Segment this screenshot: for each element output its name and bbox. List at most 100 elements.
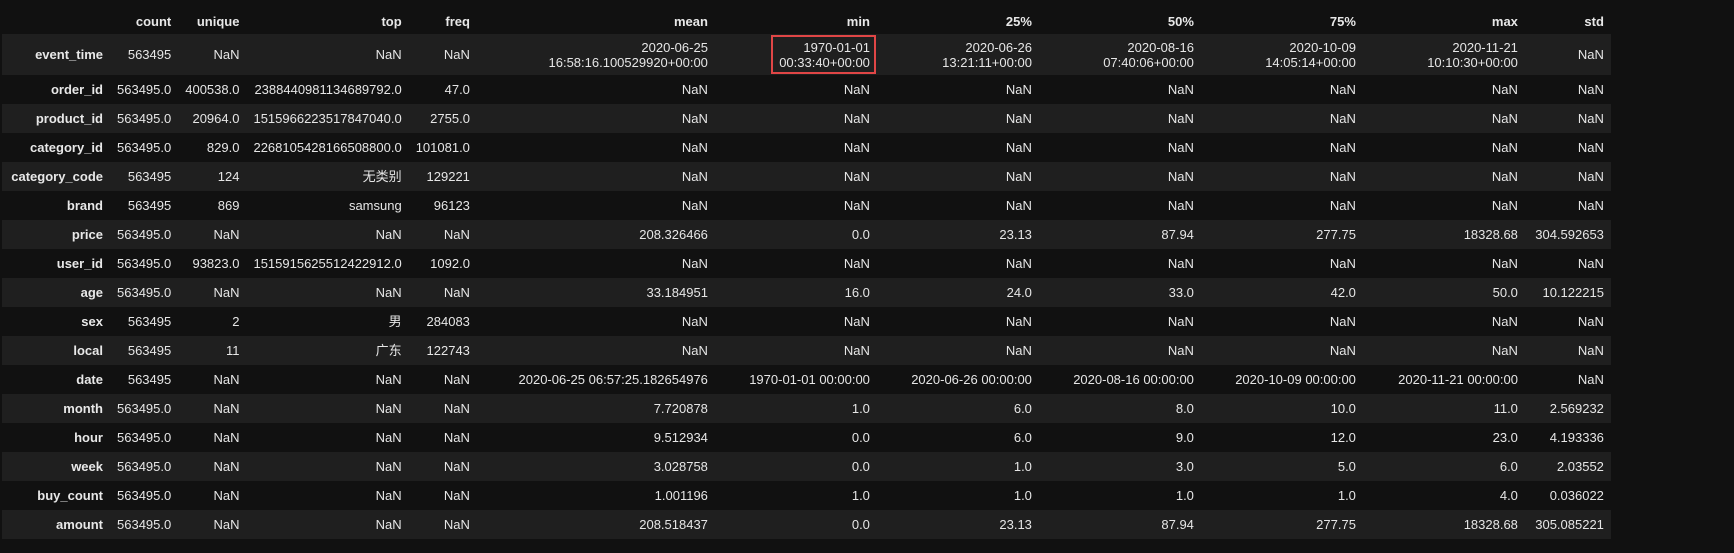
table-cell: NaN <box>213 227 240 242</box>
table-cell: 2020-06-25 16:58:16.100529920+00:00 <box>477 34 715 75</box>
table-cell: 2020-10-09 00:00:00 <box>1235 372 1356 387</box>
cell-line: 1970-01-01 <box>803 40 870 55</box>
table-cell: 广东 <box>375 343 402 358</box>
table-cell: NaN <box>1491 198 1518 213</box>
table-cell: 4.0 <box>1499 488 1518 503</box>
table-cell: NaN <box>213 488 240 503</box>
table-cell: 2020-08-16 00:00:00 <box>1073 372 1194 387</box>
table-cell: NaN <box>1577 372 1604 387</box>
table-cell: 563495.0 <box>117 256 172 271</box>
table-cell: NaN <box>1329 343 1356 358</box>
table-cell: NaN <box>1005 169 1032 184</box>
table-row: month 563495.0 NaN NaN NaN 7.720878 1.0 6.0 8.0 1… <box>2 394 1611 423</box>
table-cell: 2388440981134689792.0 <box>254 82 402 97</box>
table-cell: NaN <box>1167 343 1194 358</box>
table-cell: NaN <box>1491 314 1518 329</box>
header-row: count unique top freq mean min 25% 50% 7… <box>2 8 1611 34</box>
table-cell: NaN <box>1491 82 1518 97</box>
table-cell: 9.512934 <box>653 430 708 445</box>
table-cell: 1.0 <box>851 401 870 416</box>
table-cell: NaN <box>1167 198 1194 213</box>
index-header-corner <box>2 8 110 34</box>
table-cell: NaN <box>375 227 402 242</box>
table-cell: NaN <box>1005 140 1032 155</box>
table-cell: NaN <box>843 343 870 358</box>
table-cell: NaN <box>843 314 870 329</box>
row-index-label: event_time <box>35 47 103 62</box>
table-cell: NaN <box>375 401 402 416</box>
table-cell: NaN <box>1005 82 1032 97</box>
table-cell: NaN <box>1005 343 1032 358</box>
table-cell: 4.193336 <box>1549 430 1604 445</box>
cell-line: 10:10:30+00:00 <box>1427 54 1518 70</box>
col-header: 25% <box>876 8 1039 34</box>
table-cell: 10.122215 <box>1542 285 1604 300</box>
table-cell: 829.0 <box>206 140 240 155</box>
table-cell: 563495.0 <box>117 82 172 97</box>
table-cell: 208.518437 <box>639 517 708 532</box>
row-index-label: product_id <box>35 111 103 126</box>
table-cell: 24.0 <box>1006 285 1032 300</box>
table-cell: 1.0 <box>1337 488 1356 503</box>
table-row: brand 563495 869 samsung 96123 NaN NaN NaN NaN Na… <box>2 191 1611 220</box>
table-cell: NaN <box>443 459 470 474</box>
table-cell: NaN <box>213 285 240 300</box>
table-cell: 124 <box>217 169 240 184</box>
table-cell: 563495.0 <box>117 140 172 155</box>
table-cell: NaN <box>1005 256 1032 271</box>
table-row: product_id 563495.0 20964.0 151596622351784… <box>2 104 1611 133</box>
table-cell: NaN <box>213 517 240 532</box>
table-cell: NaN <box>681 140 708 155</box>
cell-line: 2020-10-09 <box>1289 39 1356 55</box>
table-cell: NaN <box>843 82 870 97</box>
table-cell: NaN <box>1167 256 1194 271</box>
table-cell: NaN <box>1167 111 1194 126</box>
table-cell: NaN <box>443 285 470 300</box>
table-cell: 0.0 <box>851 517 870 532</box>
table-cell: NaN <box>681 169 708 184</box>
col-header: unique <box>178 8 247 34</box>
table-cell: 23.13 <box>999 227 1032 242</box>
table-cell: NaN <box>375 459 402 474</box>
table-cell: NaN <box>443 47 470 62</box>
table-cell: 129221 <box>426 169 470 184</box>
table-row: price 563495.0 NaN NaN NaN 208.326466 0.0 23.13… <box>2 220 1611 249</box>
table-cell: 2755.0 <box>430 111 470 126</box>
table-cell: 2020-06-25 06:57:25.182654976 <box>518 372 708 387</box>
table-cell: 2.569232 <box>1549 401 1604 416</box>
table-cell: 122743 <box>426 343 470 358</box>
table-cell: 563495.0 <box>117 517 172 532</box>
col-header: 50% <box>1038 8 1201 34</box>
table-row: buy_count 563495.0 NaN NaN NaN 1.001196 1.0 1.0… <box>2 481 1611 510</box>
table-cell: NaN <box>375 517 402 532</box>
table-cell: NaN <box>1577 198 1604 213</box>
table-cell: 1092.0 <box>430 256 470 271</box>
table-cell: NaN <box>681 82 708 97</box>
table-cell: 87.94 <box>1161 517 1194 532</box>
row-index-label: hour <box>74 430 103 445</box>
table-cell: NaN <box>443 372 470 387</box>
table-cell: NaN <box>1491 111 1518 126</box>
table-cell: NaN <box>443 488 470 503</box>
table-cell: 2.03552 <box>1556 459 1604 474</box>
col-header: count <box>110 8 179 34</box>
table-cell: 1970-01-01 00:33:40+00:00 <box>715 34 877 75</box>
table-row: amount 563495.0 NaN NaN NaN 208.518437 0.0 23.1… <box>2 510 1611 539</box>
table-cell: 563495.0 <box>117 227 172 242</box>
table-cell: NaN <box>375 488 402 503</box>
row-index-label: amount <box>56 517 103 532</box>
table-cell: NaN <box>1491 140 1518 155</box>
table-cell: NaN <box>375 285 402 300</box>
table-cell: NaN <box>443 430 470 445</box>
table-cell: NaN <box>1577 47 1604 62</box>
table-cell: 284083 <box>426 314 470 329</box>
row-index-label: category_id <box>30 140 103 155</box>
table-cell: NaN <box>1329 314 1356 329</box>
table-cell: 563495 <box>127 343 172 358</box>
cell-line: 16:58:16.100529920+00:00 <box>548 54 708 70</box>
table-cell: 0.036022 <box>1549 488 1604 503</box>
table-cell: NaN <box>681 343 708 358</box>
table-cell: 3.0 <box>1175 459 1194 474</box>
table-cell: 16.0 <box>844 285 870 300</box>
table-cell: NaN <box>1167 169 1194 184</box>
